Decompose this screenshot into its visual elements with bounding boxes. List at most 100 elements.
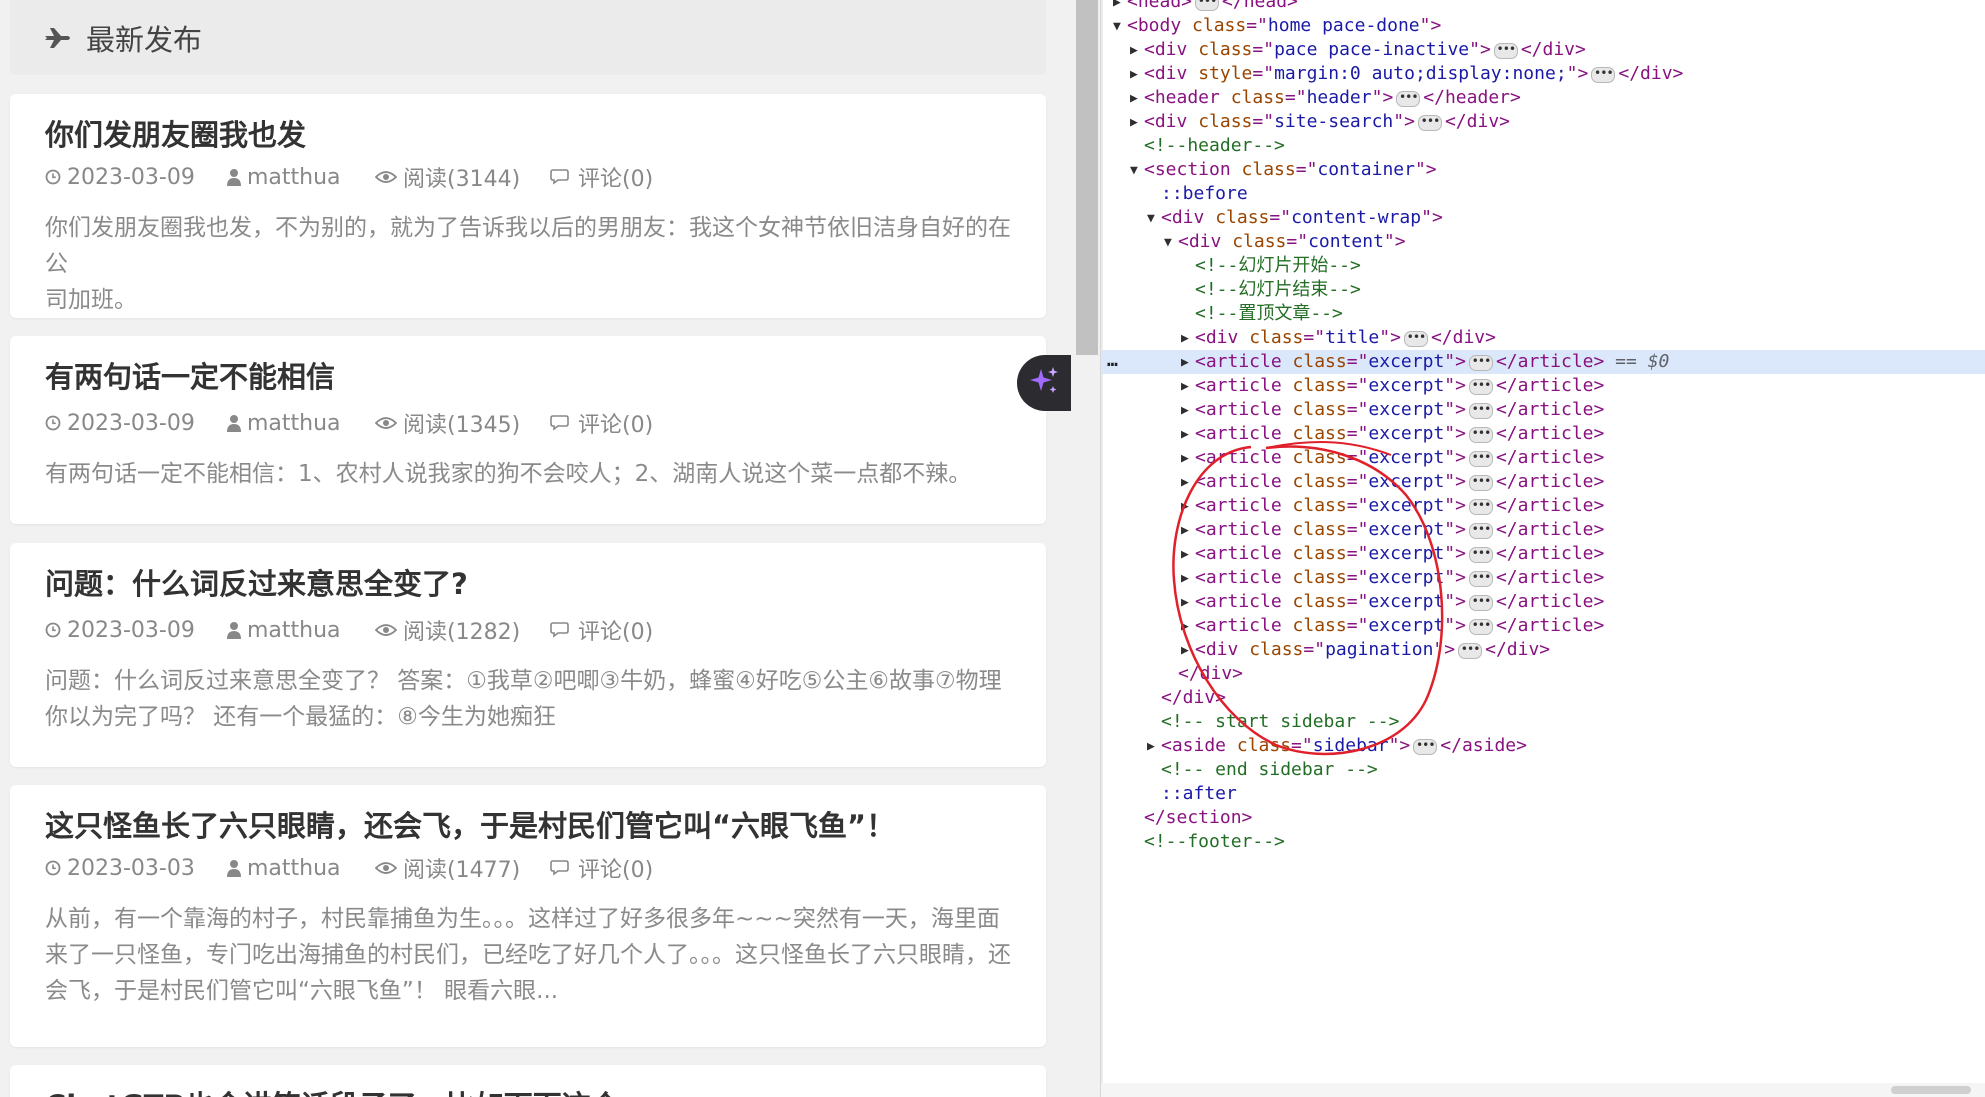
dom-node[interactable]: ▶ <article class="excerpt"> ••• </article> bbox=[1101, 446, 1985, 470]
collapsed-ellipsis-button[interactable]: ••• bbox=[1403, 331, 1428, 347]
post-title-link[interactable]: 有两句话一定不能相信 bbox=[45, 354, 1026, 396]
dom-node[interactable]: ▼ <section class="container"> bbox=[1101, 158, 1985, 182]
expand-triangle-icon[interactable]: ▶ bbox=[1181, 375, 1195, 399]
expand-triangle-icon[interactable]: ▶ bbox=[1181, 447, 1195, 471]
scrollbar-thumb[interactable] bbox=[1076, 0, 1098, 355]
collapsed-ellipsis-button[interactable]: ••• bbox=[1468, 523, 1493, 539]
dom-node-selected[interactable]: … ▶ <article class="excerpt"> ••• </article>… bbox=[1101, 350, 1985, 374]
dom-node[interactable]: ▼ <div class="content"> bbox=[1101, 230, 1985, 254]
post-title-link[interactable]: 问题：什么词反过来意思全变了? bbox=[45, 561, 1026, 603]
page-scrollbar[interactable] bbox=[1074, 0, 1100, 1097]
collapsed-ellipsis-button[interactable]: ••• bbox=[1468, 379, 1493, 395]
post-author-link[interactable]: matthua bbox=[227, 411, 375, 436]
dom-node[interactable]: ▶ <article class="excerpt"> ••• </article> bbox=[1101, 470, 1985, 494]
dom-node[interactable]: ::after bbox=[1101, 782, 1985, 806]
collapsed-ellipsis-button[interactable]: ••• bbox=[1468, 595, 1493, 611]
node-menu-icon[interactable]: … bbox=[1107, 349, 1118, 373]
collapsed-ellipsis-button[interactable]: ••• bbox=[1468, 499, 1493, 515]
collapsed-ellipsis-button[interactable]: ••• bbox=[1468, 619, 1493, 635]
expand-triangle-icon[interactable]: ▶ bbox=[1130, 39, 1144, 63]
collapsed-ellipsis-button[interactable]: ••• bbox=[1591, 67, 1616, 83]
post-comments-link[interactable]: 评论(0) bbox=[550, 614, 653, 646]
expand-triangle-icon[interactable]: ▶ bbox=[1181, 351, 1195, 375]
dom-node[interactable]: ▶ <article class="excerpt"> ••• </article> bbox=[1101, 374, 1985, 398]
collapsed-ellipsis-button[interactable]: ••• bbox=[1468, 451, 1493, 467]
expand-triangle-icon[interactable]: ▶ bbox=[1130, 87, 1144, 111]
dom-node[interactable]: ::before bbox=[1101, 182, 1985, 206]
dom-node[interactable]: ▶ <div class="pace pace-inactive"> ••• </di… bbox=[1101, 38, 1985, 62]
expand-triangle-icon[interactable]: ▶ bbox=[1181, 471, 1195, 495]
dom-node[interactable]: ▶ <header class="header"> ••• </header> bbox=[1101, 86, 1985, 110]
expand-triangle-icon[interactable]: ▶ bbox=[1181, 519, 1195, 543]
dom-node[interactable]: <!--header--> bbox=[1101, 134, 1985, 158]
dom-node[interactable]: ▶ <div style="margin:0 auto;display:none;… bbox=[1101, 62, 1985, 86]
post-title-link[interactable]: ChatGTP也会讲笑话段子了，比如下面这个 bbox=[45, 1083, 1026, 1097]
dom-node[interactable]: </div> bbox=[1101, 662, 1985, 686]
post-comments-link[interactable]: 评论(0) bbox=[550, 161, 653, 193]
collapsed-ellipsis-button[interactable]: ••• bbox=[1468, 571, 1493, 587]
collapsed-ellipsis-button[interactable]: ••• bbox=[1468, 427, 1493, 443]
dom-node[interactable]: ▶ <article class="excerpt"> ••• </article> bbox=[1101, 566, 1985, 590]
dom-node[interactable]: <!-- end sidebar --> bbox=[1101, 758, 1985, 782]
post-author-link[interactable]: matthua bbox=[227, 165, 375, 190]
dom-node[interactable]: ▶ <aside class="sidebar"> ••• </aside> bbox=[1101, 734, 1985, 758]
post-comments-link[interactable]: 评论(0) bbox=[550, 407, 653, 439]
expand-triangle-icon[interactable]: ▶ bbox=[1147, 735, 1161, 759]
dom-node[interactable]: ▶ <div class="pagination"> ••• </div> bbox=[1101, 638, 1985, 662]
post-comments-link[interactable]: 评论(0) bbox=[550, 852, 653, 884]
expand-triangle-icon[interactable]: ▶ bbox=[1113, 0, 1127, 15]
expand-triangle-icon[interactable]: ▶ bbox=[1181, 423, 1195, 447]
dom-node[interactable]: ▶ <div class="title"> ••• </div> bbox=[1101, 326, 1985, 350]
post-author-link[interactable]: matthua bbox=[227, 856, 375, 881]
dom-node[interactable]: ▶ <div class="site-search"> ••• </div> bbox=[1101, 110, 1985, 134]
dom-node[interactable]: <!--footer--> bbox=[1101, 830, 1985, 854]
expand-triangle-icon[interactable]: ▶ bbox=[1181, 495, 1195, 519]
collapse-triangle-icon[interactable]: ▼ bbox=[1164, 231, 1178, 255]
devtools-hscroll-thumb[interactable] bbox=[1891, 1086, 1971, 1094]
dom-node[interactable]: <!--幻灯片结束--> bbox=[1101, 278, 1985, 302]
collapsed-ellipsis-button[interactable]: ••• bbox=[1458, 643, 1483, 659]
collapsed-ellipsis-button[interactable]: ••• bbox=[1417, 115, 1442, 131]
collapse-triangle-icon[interactable]: ▼ bbox=[1130, 159, 1144, 183]
devtools-horizontal-scrollbar[interactable] bbox=[1101, 1083, 1985, 1097]
dom-tag-token: </article> bbox=[1495, 615, 1605, 636]
post-author-link[interactable]: matthua bbox=[227, 618, 375, 643]
post-title-link[interactable]: 你们发朋友圈我也发 bbox=[45, 112, 1026, 154]
collapse-triangle-icon[interactable]: ▼ bbox=[1147, 207, 1161, 231]
post-title-link[interactable]: 这只怪鱼长了六只眼睛，还会飞，于是村民们管它叫“六眼飞鱼”！ bbox=[45, 803, 1026, 845]
expand-triangle-icon[interactable]: ▶ bbox=[1181, 591, 1195, 615]
dom-node[interactable]: ▶ <article class="excerpt"> ••• </article> bbox=[1101, 614, 1985, 638]
dom-node[interactable]: <!-- start sidebar --> bbox=[1101, 710, 1985, 734]
collapse-triangle-icon[interactable]: ▼ bbox=[1113, 15, 1127, 39]
collapsed-ellipsis-button[interactable]: ••• bbox=[1468, 475, 1493, 491]
collapsed-ellipsis-button[interactable]: ••• bbox=[1468, 403, 1493, 419]
expand-triangle-icon[interactable]: ▶ bbox=[1181, 567, 1195, 591]
expand-triangle-icon[interactable]: ▶ bbox=[1181, 327, 1195, 351]
expand-triangle-icon[interactable]: ▶ bbox=[1181, 399, 1195, 423]
expand-triangle-icon[interactable]: ▶ bbox=[1130, 111, 1144, 135]
expand-triangle-icon[interactable]: ▶ bbox=[1181, 543, 1195, 567]
dom-node[interactable]: ▶ <article class="excerpt"> ••• </article> bbox=[1101, 590, 1985, 614]
dom-node[interactable]: ▶ <article class="excerpt"> ••• </article> bbox=[1101, 542, 1985, 566]
dom-node[interactable]: ▶ <article class="excerpt"> ••• </article> bbox=[1101, 494, 1985, 518]
collapsed-ellipsis-button[interactable]: ••• bbox=[1468, 547, 1493, 563]
expand-triangle-icon[interactable]: ▶ bbox=[1181, 615, 1195, 639]
dom-node[interactable]: ▼ <body class="home pace-done"> bbox=[1101, 14, 1985, 38]
collapsed-ellipsis-button[interactable]: ••• bbox=[1413, 739, 1438, 755]
dom-node[interactable]: </div> bbox=[1101, 686, 1985, 710]
collapsed-ellipsis-button[interactable]: ••• bbox=[1396, 91, 1421, 107]
dom-node[interactable]: ▶ <article class="excerpt"> ••• </article> bbox=[1101, 422, 1985, 446]
dom-node[interactable]: ▶ <article class="excerpt"> ••• </article> bbox=[1101, 518, 1985, 542]
ai-assistant-button[interactable] bbox=[1017, 355, 1071, 411]
collapsed-ellipsis-button[interactable]: ••• bbox=[1493, 43, 1518, 59]
dom-node[interactable]: ▼ <div class="content-wrap"> bbox=[1101, 206, 1985, 230]
collapsed-ellipsis-button[interactable]: ••• bbox=[1195, 0, 1220, 11]
expand-triangle-icon[interactable]: ▶ bbox=[1130, 63, 1144, 87]
dom-node[interactable]: ▶ <head> ••• </head> bbox=[1101, 0, 1985, 14]
expand-triangle-icon[interactable]: ▶ bbox=[1181, 639, 1195, 663]
dom-node[interactable]: <!--置顶文章--> bbox=[1101, 302, 1985, 326]
dom-node[interactable]: ▶ <article class="excerpt"> ••• </article> bbox=[1101, 398, 1985, 422]
dom-node[interactable]: <!--幻灯片开始--> bbox=[1101, 254, 1985, 278]
collapsed-ellipsis-button[interactable]: ••• bbox=[1468, 355, 1493, 371]
dom-node[interactable]: </section> bbox=[1101, 806, 1985, 830]
